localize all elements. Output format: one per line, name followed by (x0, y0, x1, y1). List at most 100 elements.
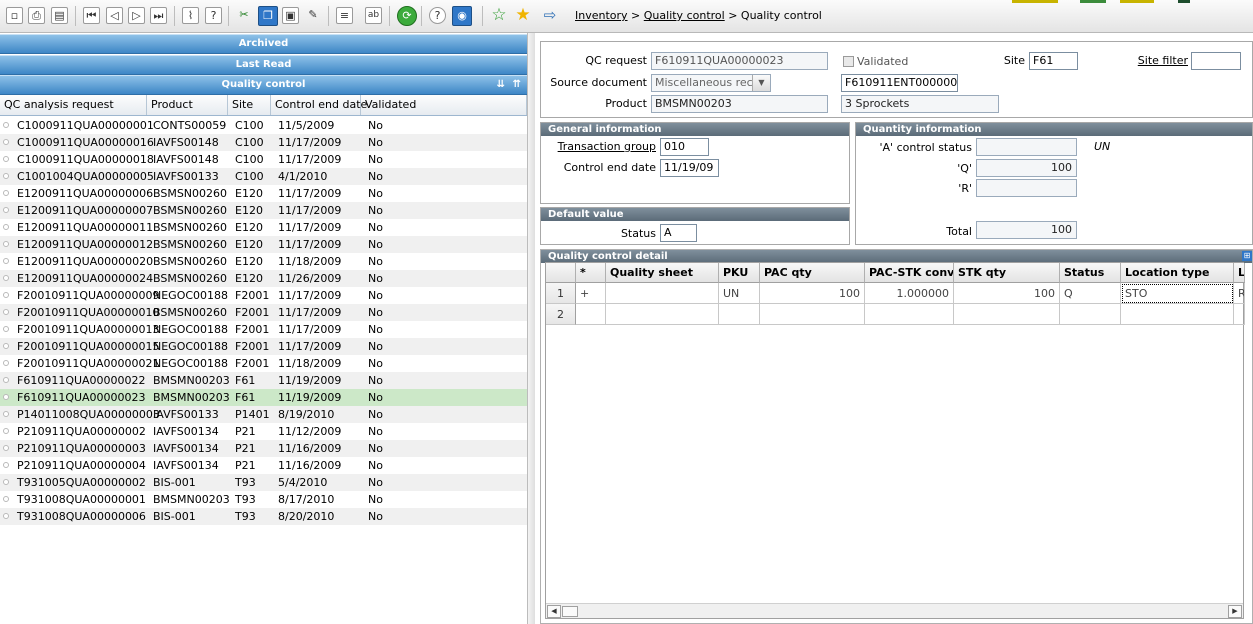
cell-pac-stk-conv[interactable] (865, 304, 954, 325)
cell-location-type[interactable]: STO (1121, 283, 1234, 304)
section-quality-control[interactable]: Quality control ⇊ ⇈ (0, 75, 527, 95)
favorite-add-icon[interactable]: ☆ (490, 6, 508, 24)
column-control-end-date[interactable]: Control end date (271, 95, 367, 115)
scrollbar-thumb[interactable] (562, 606, 578, 617)
column-site[interactable]: Site (228, 95, 271, 115)
section-archived[interactable]: Archived (0, 34, 527, 54)
breadcrumb-inventory[interactable]: Inventory (575, 9, 628, 22)
cell-status[interactable]: Q (1060, 283, 1121, 304)
list-item[interactable]: C1001004QUA00000005 IAVFS00133 C100 4/1/201… (0, 168, 527, 185)
new-icon[interactable]: ▫ (6, 7, 23, 24)
column-validated[interactable]: Validated (361, 95, 527, 115)
last-record-icon[interactable]: ⏭ (150, 7, 167, 24)
transaction-group-link[interactable]: Transaction group (541, 140, 656, 153)
column-pac-stk-conv[interactable]: PAC-STK conv (865, 263, 954, 283)
list-item[interactable]: C1000911QUA00000016 IAVFS00148 C100 11/17/2… (0, 134, 527, 151)
cell-pku[interactable] (719, 304, 760, 325)
cell-pac-stk-conv[interactable]: 1.000000 (865, 283, 954, 304)
help-icon[interactable]: ? (205, 7, 222, 24)
text-field-icon[interactable]: ab (365, 7, 382, 24)
cell-stk-qty[interactable]: 100 (954, 283, 1060, 304)
favorite-star-icon[interactable]: ★ (514, 6, 532, 24)
column-quality-sheet[interactable]: Quality sheet (606, 263, 719, 283)
list-item[interactable]: P210911QUA00000002 IAVFS00134 P21 11/12/200… (0, 423, 527, 440)
cell-quality-sheet[interactable] (606, 283, 719, 304)
scroll-right-icon[interactable]: ▶ (1228, 605, 1242, 618)
transaction-group-field[interactable]: 010 (660, 138, 709, 156)
previous-record-icon[interactable]: ◁ (106, 7, 123, 24)
list-item[interactable]: E1200911QUA00000011 BSMSN00260 E120 11/17/2… (0, 219, 527, 236)
list-item[interactable]: T931005QUA00000002 BIS-001 T93 5/4/2010 No (0, 474, 527, 491)
qc-request-field[interactable]: F610911QUA00000023 (651, 52, 828, 70)
list-item[interactable]: C1000911QUA00000001 CONTS00059 C100 11/5/20… (0, 117, 527, 134)
a-control-status-field[interactable] (976, 138, 1077, 156)
site-filter-field[interactable] (1191, 52, 1241, 70)
column-pku[interactable]: PKU (719, 263, 760, 283)
refresh-icon[interactable]: ⟳ (397, 6, 417, 26)
print-preview-icon[interactable]: ▤ (51, 7, 68, 24)
cell-pku[interactable]: UN (719, 283, 760, 304)
column-location[interactable]: Lo (1234, 263, 1245, 283)
copy-icon[interactable]: ❐ (258, 6, 278, 26)
source-document-ref-field[interactable]: F610911ENT0000000 (841, 74, 958, 92)
cell-quality-sheet[interactable] (606, 304, 719, 325)
first-record-icon[interactable]: ⏮ (83, 7, 100, 24)
list-item[interactable]: P210911QUA00000003 IAVFS00134 P21 11/16/200… (0, 440, 527, 457)
column-qc-request[interactable]: QC analysis request (0, 95, 147, 115)
site-filter-link[interactable]: Site filter (1111, 54, 1188, 67)
list-item[interactable]: E1200911QUA00000006 BSMSN00260 E120 11/17/2… (0, 185, 527, 202)
list-item[interactable]: T931008QUA00000006 BIS-001 T93 8/20/2010 No (0, 508, 527, 525)
product-field[interactable]: BMSMN00203 (651, 95, 828, 113)
cell-stk-qty[interactable] (954, 304, 1060, 325)
paste-icon[interactable]: ▣ (282, 7, 299, 24)
eraser-icon[interactable]: ✎ (304, 6, 322, 24)
q-quantity-field[interactable]: 100 (976, 159, 1077, 177)
cell-pac-qty[interactable] (760, 304, 865, 325)
list-item[interactable]: F20010911QUA00000009 NEGOC00188 F2001 11/17… (0, 287, 527, 304)
list-item[interactable]: E1200911QUA00000020 BSMSN00260 E120 11/18/2… (0, 253, 527, 270)
list-item[interactable]: E1200911QUA00000024 BSMSN00260 E120 11/26/2… (0, 270, 527, 287)
scroll-left-icon[interactable]: ◀ (547, 605, 561, 618)
grid-options-icon[interactable]: ⊞ (1242, 251, 1252, 261)
chevron-down-icon[interactable]: ▼ (752, 75, 770, 91)
r-quantity-field[interactable] (976, 179, 1077, 197)
list-item[interactable]: F20010911QUA00000021 NEGOC00188 F2001 11/18… (0, 355, 527, 372)
list-item[interactable]: P210911QUA00000004 IAVFS00134 P21 11/16/200… (0, 457, 527, 474)
list-item[interactable]: E1200911QUA00000012 BSMSN00260 E120 11/17/2… (0, 236, 527, 253)
cell-location[interactable]: R (1234, 283, 1245, 304)
list-item[interactable]: F20010911QUA00000010 BSMSN00260 F2001 11/17… (0, 304, 527, 321)
source-document-select[interactable]: Miscellaneous receip ▼ (651, 74, 771, 92)
list-item[interactable]: F20010911QUA00000015 NEGOC00188 F2001 11/17… (0, 338, 527, 355)
horizontal-scrollbar[interactable]: ◀ ▶ (546, 603, 1243, 618)
cell-location[interactable] (1234, 304, 1245, 325)
next-record-icon[interactable]: ▷ (128, 7, 145, 24)
about-icon[interactable]: ? (429, 7, 446, 24)
breadcrumb-quality-control[interactable]: Quality control (644, 9, 725, 22)
column-location-type[interactable]: Location type (1121, 263, 1234, 283)
cell-status[interactable] (1060, 304, 1121, 325)
status-field[interactable]: A (660, 224, 697, 242)
column-stk-qty[interactable]: STK qty (954, 263, 1060, 283)
column-pac-qty[interactable]: PAC qty (760, 263, 865, 283)
cell-location-type[interactable] (1121, 304, 1234, 325)
cell-marker[interactable]: + (576, 283, 606, 304)
cell-marker[interactable] (576, 304, 606, 325)
column-status[interactable]: Status (1060, 263, 1121, 283)
print-icon[interactable]: ⎙ (28, 7, 45, 24)
section-last-read[interactable]: Last Read (0, 55, 527, 75)
list-item[interactable]: P14011008QUA00000003 IAVFS00133 P1401 8/19/… (0, 406, 527, 423)
list-item[interactable]: F610911QUA00000023 BMSMN00203 F61 11/19/200… (0, 389, 527, 406)
column-product[interactable]: Product (147, 95, 228, 115)
control-end-date-field[interactable]: 11/19/09 (660, 159, 719, 177)
validated-checkbox[interactable] (843, 56, 854, 67)
list-item[interactable]: E1200911QUA00000007 BSMSN00260 E120 11/17/2… (0, 202, 527, 219)
cut-icon[interactable]: ✂ (235, 6, 253, 24)
cell-pac-qty[interactable]: 100 (760, 283, 865, 304)
list-item[interactable]: F610911QUA00000022 BMSMN00203 F61 11/19/200… (0, 372, 527, 389)
signpost-icon[interactable]: ⇨ (541, 6, 559, 24)
globe-icon[interactable]: ◉ (452, 6, 472, 26)
column-marker[interactable]: * (576, 263, 606, 283)
list-item[interactable]: F20010911QUA00000013 NEGOC00188 F2001 11/17… (0, 321, 527, 338)
list-item[interactable]: C1000911QUA00000018 IAVFS00148 C100 11/17/2… (0, 151, 527, 168)
collapse-icon[interactable]: ⇊ (497, 76, 505, 94)
